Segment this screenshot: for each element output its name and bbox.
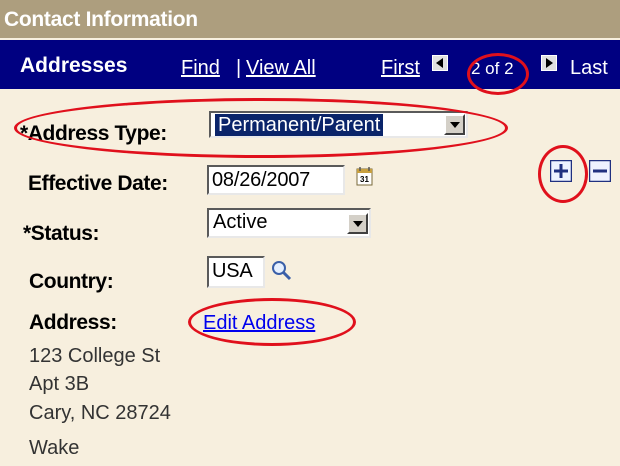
view-all-link[interactable]: View All	[246, 57, 316, 80]
last-link[interactable]: Last	[570, 57, 608, 80]
chevron-down-icon[interactable]	[347, 213, 368, 234]
nav-separator: |	[236, 57, 242, 79]
first-link[interactable]: First	[381, 57, 420, 80]
chevron-down-icon[interactable]	[444, 114, 465, 135]
addresses-title: Addresses	[20, 54, 128, 77]
edit-address-link[interactable]: Edit Address	[203, 312, 315, 335]
arrow-right-icon[interactable]	[541, 55, 557, 71]
effective-date-field[interactable]: 08/26/2007	[207, 165, 345, 195]
status-label: *Status:	[23, 222, 100, 245]
address-line-1: 123 College St	[29, 345, 161, 367]
section-header: Contact Information	[0, 0, 620, 38]
address-line-4: Wake	[29, 437, 80, 459]
effective-date-label: Effective Date:	[28, 172, 168, 195]
minus-icon[interactable]	[588, 159, 612, 187]
plus-icon[interactable]	[549, 159, 573, 187]
addresses-nav-bar: Addresses Find | View All First 2 of 2 L…	[0, 40, 620, 89]
magnifier-icon[interactable]	[270, 259, 292, 286]
address-label: Address:	[29, 311, 117, 334]
address-type-select[interactable]: Permanent/Parent	[209, 111, 468, 138]
status-select[interactable]: Active	[207, 208, 371, 238]
page-counter: 2 of 2	[471, 59, 514, 78]
section-title: Contact Information	[4, 8, 198, 31]
address-line-3: Cary, NC 28724	[29, 402, 171, 424]
calendar-day-text: 31	[360, 175, 369, 184]
address-type-label: *Address Type:	[20, 122, 167, 145]
calendar-icon[interactable]: 31	[356, 166, 373, 191]
address-type-value: Permanent/Parent	[215, 114, 384, 136]
find-link[interactable]: Find	[181, 57, 220, 80]
arrow-left-icon[interactable]	[432, 55, 448, 71]
country-label: Country:	[29, 270, 114, 293]
status-value: Active	[213, 211, 268, 233]
address-line-2: Apt 3B	[29, 373, 90, 395]
country-field[interactable]: USA	[207, 256, 265, 288]
